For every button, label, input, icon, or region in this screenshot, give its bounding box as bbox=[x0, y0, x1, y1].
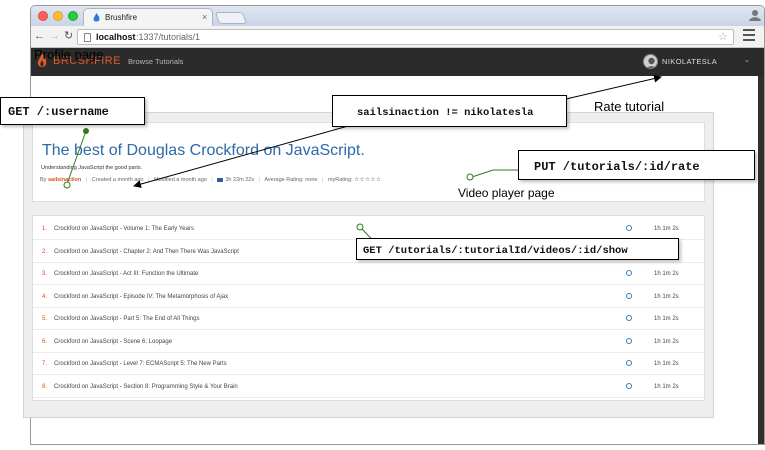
tab-strip: Brushfire × bbox=[31, 6, 764, 26]
divider: | bbox=[85, 177, 88, 183]
browser-tab[interactable]: Brushfire × bbox=[83, 8, 213, 26]
tab-title: Brushfire bbox=[105, 13, 138, 22]
browse-tutorials-link[interactable]: Browse Tutorials bbox=[128, 57, 183, 66]
tutorial-meta: By sailsinaction | Created a month ago |… bbox=[40, 177, 381, 183]
video-number: 5. bbox=[42, 316, 48, 322]
url-path: :1337/tutorials/1 bbox=[136, 32, 201, 42]
clock-icon bbox=[626, 292, 632, 299]
average-rating: Average Rating: none bbox=[264, 177, 318, 183]
minimize-window-button[interactable] bbox=[53, 11, 63, 21]
list-item[interactable]: 7. Crockford on JavaScript - Level 7: ECM… bbox=[33, 353, 704, 375]
clock-icon bbox=[626, 360, 632, 366]
avatar[interactable] bbox=[643, 54, 658, 69]
video-title[interactable]: Crockford on JavaScript - Part 5: The En… bbox=[54, 316, 200, 322]
reload-icon[interactable]: ↻ bbox=[64, 30, 73, 42]
list-item[interactable]: 1. Crockford on JavaScript - Volume 1: Th… bbox=[33, 218, 704, 240]
clock-icon bbox=[626, 225, 632, 231]
bookmark-star-icon[interactable]: ☆ bbox=[718, 30, 728, 44]
video-title[interactable]: Crockford on JavaScript - Act III: Funct… bbox=[54, 271, 198, 277]
page-icon bbox=[84, 33, 91, 42]
close-window-button[interactable] bbox=[38, 11, 48, 21]
video-camera-icon bbox=[217, 177, 224, 182]
divider: | bbox=[211, 177, 213, 183]
tab-close-icon[interactable]: × bbox=[202, 12, 207, 22]
clock-icon bbox=[626, 270, 632, 276]
maximize-window-button[interactable] bbox=[68, 11, 78, 21]
back-icon[interactable]: ← bbox=[34, 30, 45, 42]
divider: | bbox=[321, 177, 324, 183]
author-link[interactable]: sailsinaction bbox=[48, 177, 81, 183]
url-host: localhost bbox=[96, 32, 136, 42]
browser-toolbar: ← → ↻ localhost :1337/tutorials/1 ☆ bbox=[31, 26, 764, 48]
brushfire-favicon-icon bbox=[93, 13, 100, 22]
video-duration: 1h 1m 2s bbox=[654, 226, 679, 232]
get-username-callout: GET /:username bbox=[0, 97, 145, 125]
get-video-show-callout: GET /tutorials/:tutorialId/videos/:id/sh… bbox=[356, 238, 679, 260]
forward-icon[interactable]: → bbox=[49, 30, 60, 42]
list-item[interactable]: 5. Crockford on JavaScript - Part 5: The … bbox=[33, 308, 704, 330]
video-duration: 1h 1m 2s bbox=[654, 361, 679, 367]
scrollbar[interactable] bbox=[758, 76, 764, 444]
video-title[interactable]: Crockford on JavaScript - Chapter 2: And… bbox=[54, 249, 239, 255]
my-rating-label: myRating: bbox=[327, 177, 353, 183]
video-title[interactable]: Crockford on JavaScript - Episode IV: Th… bbox=[54, 294, 228, 300]
clock-icon bbox=[626, 337, 632, 344]
clock-icon bbox=[626, 315, 632, 321]
video-number: 7. bbox=[42, 361, 48, 367]
video-title[interactable]: Crockford on JavaScript - Section 8: Pro… bbox=[54, 384, 238, 390]
tutorial-title: The best of Douglas Crockford on JavaScr… bbox=[42, 142, 365, 159]
video-duration: 1h 1m 2s bbox=[654, 271, 679, 277]
video-number: 3. bbox=[42, 271, 48, 277]
modified-text: Modified a month ago bbox=[153, 177, 207, 183]
tutorial-description: Understanding JavaScript the good parts. bbox=[41, 165, 143, 171]
list-item[interactable]: 6. Crockford on JavaScript - Scene 6: Loo… bbox=[33, 331, 704, 353]
video-duration: 1h 1m 2s bbox=[654, 338, 679, 345]
video-duration: 1h 1m 2s bbox=[654, 293, 679, 300]
total-length: 3h 22m 22s bbox=[225, 177, 255, 183]
new-tab-button[interactable] bbox=[214, 12, 248, 24]
video-player-page-label: Video player page bbox=[458, 186, 555, 200]
video-duration: 1h 1m 2s bbox=[654, 316, 679, 322]
chevron-down-icon[interactable]: ⌄ bbox=[744, 56, 750, 64]
video-number: 2. bbox=[42, 248, 48, 255]
list-item[interactable]: 4. Crockford on JavaScript - Episode IV: … bbox=[33, 286, 704, 308]
list-item[interactable]: 3. Crockford on JavaScript - Act III: Fun… bbox=[33, 263, 704, 285]
put-rate-callout: PUT /tutorials/:id/rate bbox=[518, 150, 755, 180]
video-duration: 1h 1m 2s bbox=[654, 383, 679, 390]
app-navbar: BRUSHFIRE Browse Tutorials NIKOLATESLA ⌄ bbox=[31, 48, 764, 76]
sailsinaction-neq-callout: sailsinaction != nikolatesla bbox=[332, 95, 567, 127]
video-number: 6. bbox=[42, 338, 48, 345]
list-item[interactable]: 8. Crockford on JavaScript - Section 8: P… bbox=[33, 376, 704, 398]
created-text: Created a month ago bbox=[91, 177, 144, 183]
my-rating-stars[interactable]: ☆☆☆☆☆ bbox=[354, 177, 381, 183]
address-bar[interactable]: localhost :1337/tutorials/1 ☆ bbox=[77, 29, 734, 45]
by-label: By bbox=[40, 177, 47, 183]
video-title[interactable]: Crockford on JavaScript - Scene 6: Loopa… bbox=[54, 339, 172, 345]
clock-icon bbox=[626, 382, 632, 389]
browser-profile-icon[interactable] bbox=[749, 9, 761, 21]
video-number: 4. bbox=[42, 293, 48, 300]
video-title[interactable]: Crockford on JavaScript - Level 7: ECMAS… bbox=[54, 361, 227, 367]
user-name[interactable]: NIKOLATESLA bbox=[662, 57, 717, 66]
divider: | bbox=[148, 177, 150, 183]
divider: | bbox=[258, 177, 261, 183]
screenshot-stage: Brushfire × ← → ↻ localhost :1337/tutori… bbox=[0, 0, 765, 450]
menu-icon[interactable] bbox=[743, 29, 755, 41]
video-number: 1. bbox=[42, 226, 48, 232]
profile-page-label: Profile page bbox=[34, 47, 104, 62]
video-number: 8. bbox=[42, 383, 48, 390]
video-title[interactable]: Crockford on JavaScript - Volume 1: The … bbox=[54, 226, 194, 232]
rate-tutorial-label: Rate tutorial bbox=[594, 99, 665, 114]
